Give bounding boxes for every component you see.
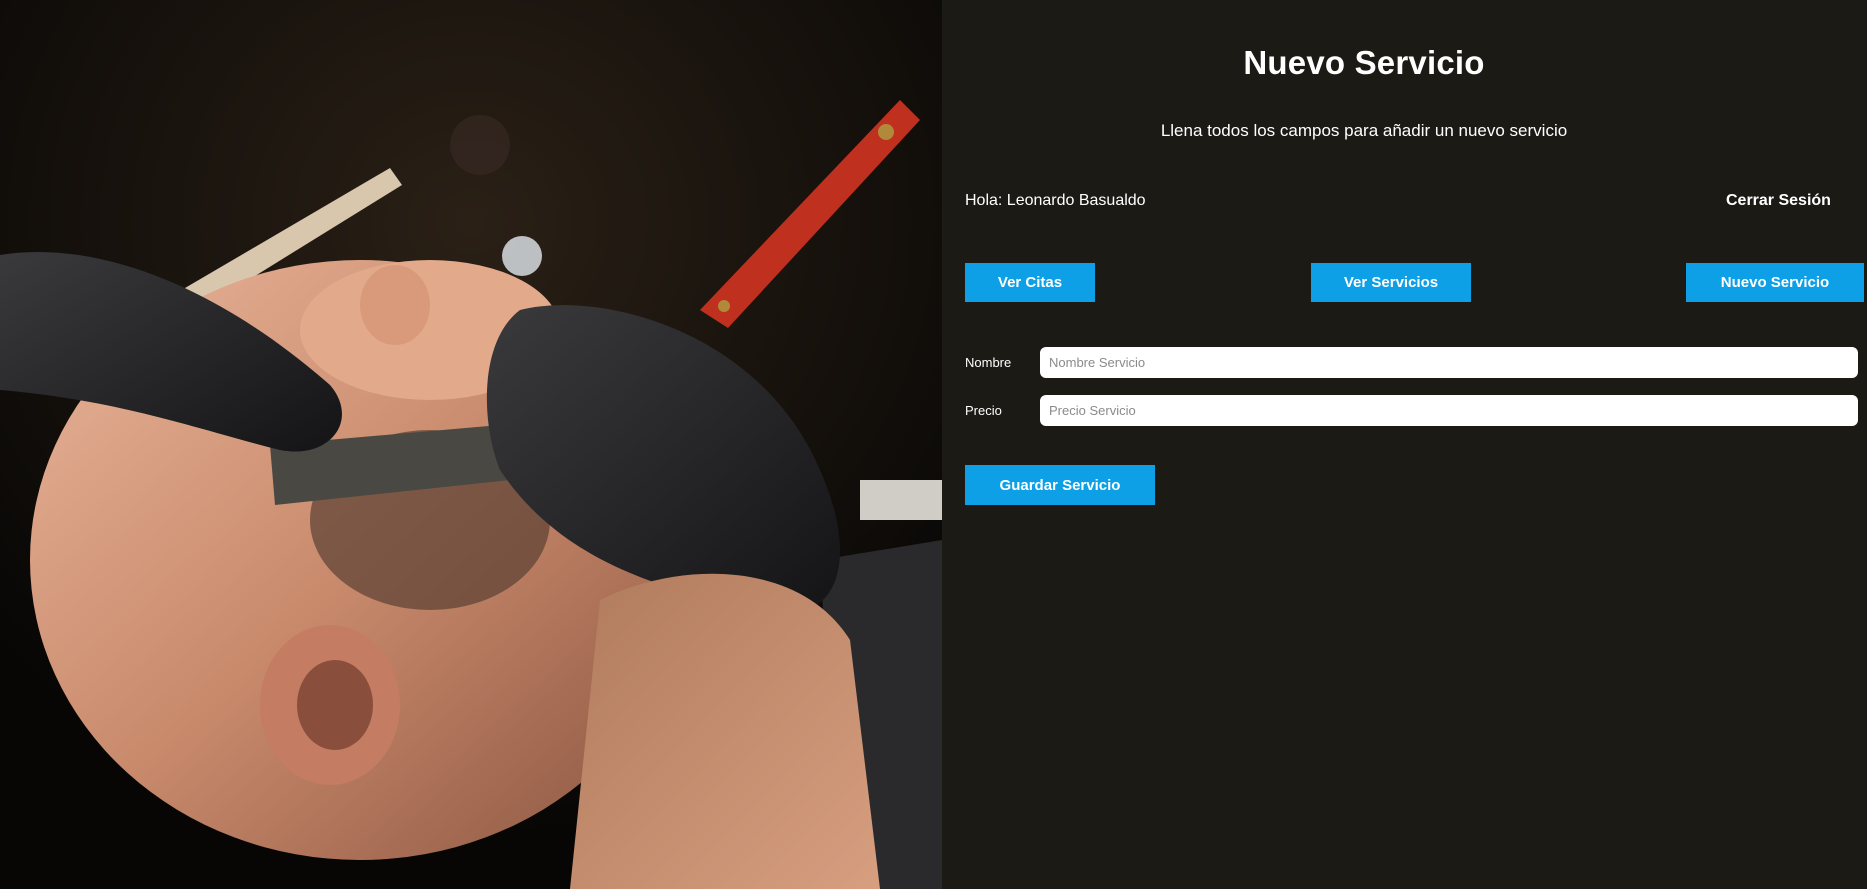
logout-link[interactable]: Cerrar Sesión	[1726, 192, 1831, 210]
nombre-input[interactable]	[1040, 347, 1858, 378]
barber-shaving-photo	[0, 0, 942, 889]
page-subtitle: Llena todos los campos para añadir un nu…	[1160, 121, 1568, 140]
ver-citas-button[interactable]: Ver Citas	[965, 263, 1095, 302]
nombre-label: Nombre	[965, 355, 1012, 370]
nuevo-servicio-button[interactable]: Nuevo Servicio	[1686, 263, 1864, 302]
precio-input[interactable]	[1040, 395, 1858, 426]
ver-servicios-button[interactable]: Ver Servicios	[1311, 263, 1471, 302]
precio-label: Precio	[965, 403, 1002, 418]
page: Nuevo Servicio Llena todos los campos pa…	[0, 0, 1867, 889]
user-greeting: Hola: Leonardo Basualdo	[965, 192, 1146, 209]
main-panel: Nuevo Servicio Llena todos los campos pa…	[942, 0, 1867, 889]
page-title: Nuevo Servicio	[1243, 44, 1485, 81]
guardar-servicio-button[interactable]: Guardar Servicio	[965, 465, 1155, 505]
